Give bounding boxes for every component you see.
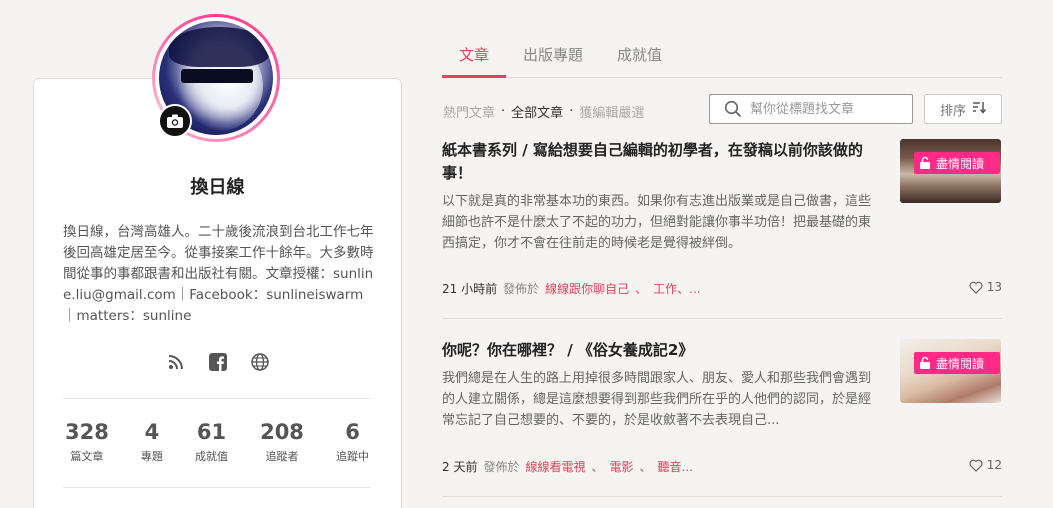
search-input[interactable] (750, 101, 900, 117)
profile-bio: 換日線，台灣高雄人。二十歲後流浪到台北工作七年後回高雄定居至今。從事接案工作十餘… (63, 224, 374, 324)
article-tag[interactable]: 聽音... (658, 458, 693, 475)
sort-button[interactable]: 排序 (924, 94, 1002, 124)
content-tabs: 文章 出版專題 成就值 (442, 40, 1002, 78)
facebook-icon[interactable] (208, 352, 228, 372)
heart-icon (969, 281, 983, 294)
search-icon (722, 98, 744, 120)
filter-separator: · (569, 104, 574, 119)
published-in-label: 發佈於 (503, 282, 540, 296)
article-tag[interactable]: 線線跟你聊自己 (545, 280, 629, 297)
stat-following[interactable]: 6 追蹤中 (336, 420, 369, 464)
filter-editor-picks[interactable]: 獲編輯嚴選 (579, 102, 644, 121)
social-links (166, 352, 270, 372)
article-excerpt: 我們總是在人生的路上用掉很多時間跟家人、朋友、愛人和那些我們會遇到的人建立關係，… (442, 371, 872, 428)
stat-label: 追蹤中 (336, 450, 369, 463)
rss-icon[interactable] (166, 352, 186, 372)
tab-publications[interactable]: 出版專題 (506, 40, 600, 77)
stat-followers[interactable]: 208 追蹤者 (260, 420, 304, 464)
like-count: 12 (986, 458, 1002, 472)
published-in-label: 發佈於 (483, 460, 520, 474)
divider (63, 487, 371, 488)
article-thumbnail[interactable]: 盡情閱讀 (900, 339, 1001, 403)
tag-separator: 、 (635, 282, 648, 296)
article-title[interactable]: 紙本書系列 / 寫給想要自己編輯的初學者，在發稿以前你該做的事！ (442, 139, 882, 185)
stat-value: 61 (196, 420, 227, 444)
like-button[interactable]: 12 (969, 458, 1002, 472)
globe-icon[interactable] (250, 352, 270, 372)
article-tag[interactable]: 線線看電視 (525, 458, 585, 475)
tag-separator: 、 (639, 460, 652, 474)
stat-value: 328 (65, 420, 109, 444)
unlock-icon (920, 156, 930, 169)
filter-all[interactable]: 全部文章 (511, 102, 563, 121)
like-count: 13 (986, 280, 1002, 294)
article-meta: 21 小時前 發佈於 線線跟你聊自己 、 工作、... (442, 280, 701, 297)
filter-separator: · (501, 104, 506, 119)
stat-articles[interactable]: 328 篇文章 (65, 420, 109, 464)
stat-label: 專題 (140, 450, 163, 463)
badge-label: 盡情閱讀 (936, 356, 985, 371)
article-time: 21 小時前 (442, 282, 498, 296)
stat-label: 篇文章 (70, 450, 104, 463)
stat-label: 成就值 (195, 450, 228, 463)
profile-stats: 328 篇文章 4 專題 61 成就值 208 追蹤者 6 追蹤中 (63, 420, 371, 464)
stat-label: 追蹤者 (265, 450, 299, 463)
stat-value: 4 (144, 420, 160, 444)
article-divider (442, 496, 1002, 497)
stat-achievements[interactable]: 61 成就值 (195, 420, 228, 464)
article-time: 2 天前 (442, 460, 478, 474)
stat-value: 208 (260, 420, 304, 444)
search-box (709, 94, 913, 124)
read-badge: 盡情閱讀 (914, 152, 1000, 174)
heart-icon (969, 459, 983, 472)
divider (63, 398, 371, 399)
sort-icon (972, 100, 987, 118)
read-badge: 盡情閱讀 (914, 352, 1000, 374)
article-thumbnail[interactable]: 盡情閱讀 (900, 139, 1001, 203)
badge-label: 盡情閱讀 (936, 156, 985, 171)
profile-name: 換日線 (190, 177, 245, 198)
article-divider (442, 318, 1002, 319)
article-meta: 2 天前 發佈於 線線看電視 、 電影 、 聽音... (442, 458, 693, 475)
article-tag[interactable]: 電影 (610, 458, 634, 475)
article-item: 紙本書系列 / 寫給想要自己編輯的初學者，在發稿以前你該做的事！ 以下就是真的非… (442, 139, 1002, 296)
stat-value: 6 (345, 420, 360, 444)
tag-separator: 、 (591, 460, 604, 474)
stat-topics[interactable]: 4 專題 (141, 420, 163, 464)
tab-achievements[interactable]: 成就值 (600, 40, 679, 77)
article-filters: 熱門文章 · 全部文章 · 獲編輯嚴選 (443, 102, 644, 121)
article-excerpt: 以下就是真的非常基本功的東西。如果你有志進出版業或是自己做書，這些細節也許不是什… (442, 194, 872, 251)
camera-icon[interactable] (158, 104, 192, 138)
like-button[interactable]: 13 (969, 280, 1002, 294)
article-item: 你呢？你在哪裡？ / 《俗女養成記2》 我們總是在人生的路上用掉很多時間跟家人、… (442, 339, 1002, 474)
article-tag[interactable]: 工作、... (653, 280, 700, 297)
article-title[interactable]: 你呢？你在哪裡？ / 《俗女養成記2》 (442, 339, 882, 362)
unlock-icon (920, 356, 930, 369)
filter-hot[interactable]: 熱門文章 (443, 102, 495, 121)
sort-label: 排序 (939, 103, 966, 119)
tab-articles[interactable]: 文章 (442, 40, 507, 78)
